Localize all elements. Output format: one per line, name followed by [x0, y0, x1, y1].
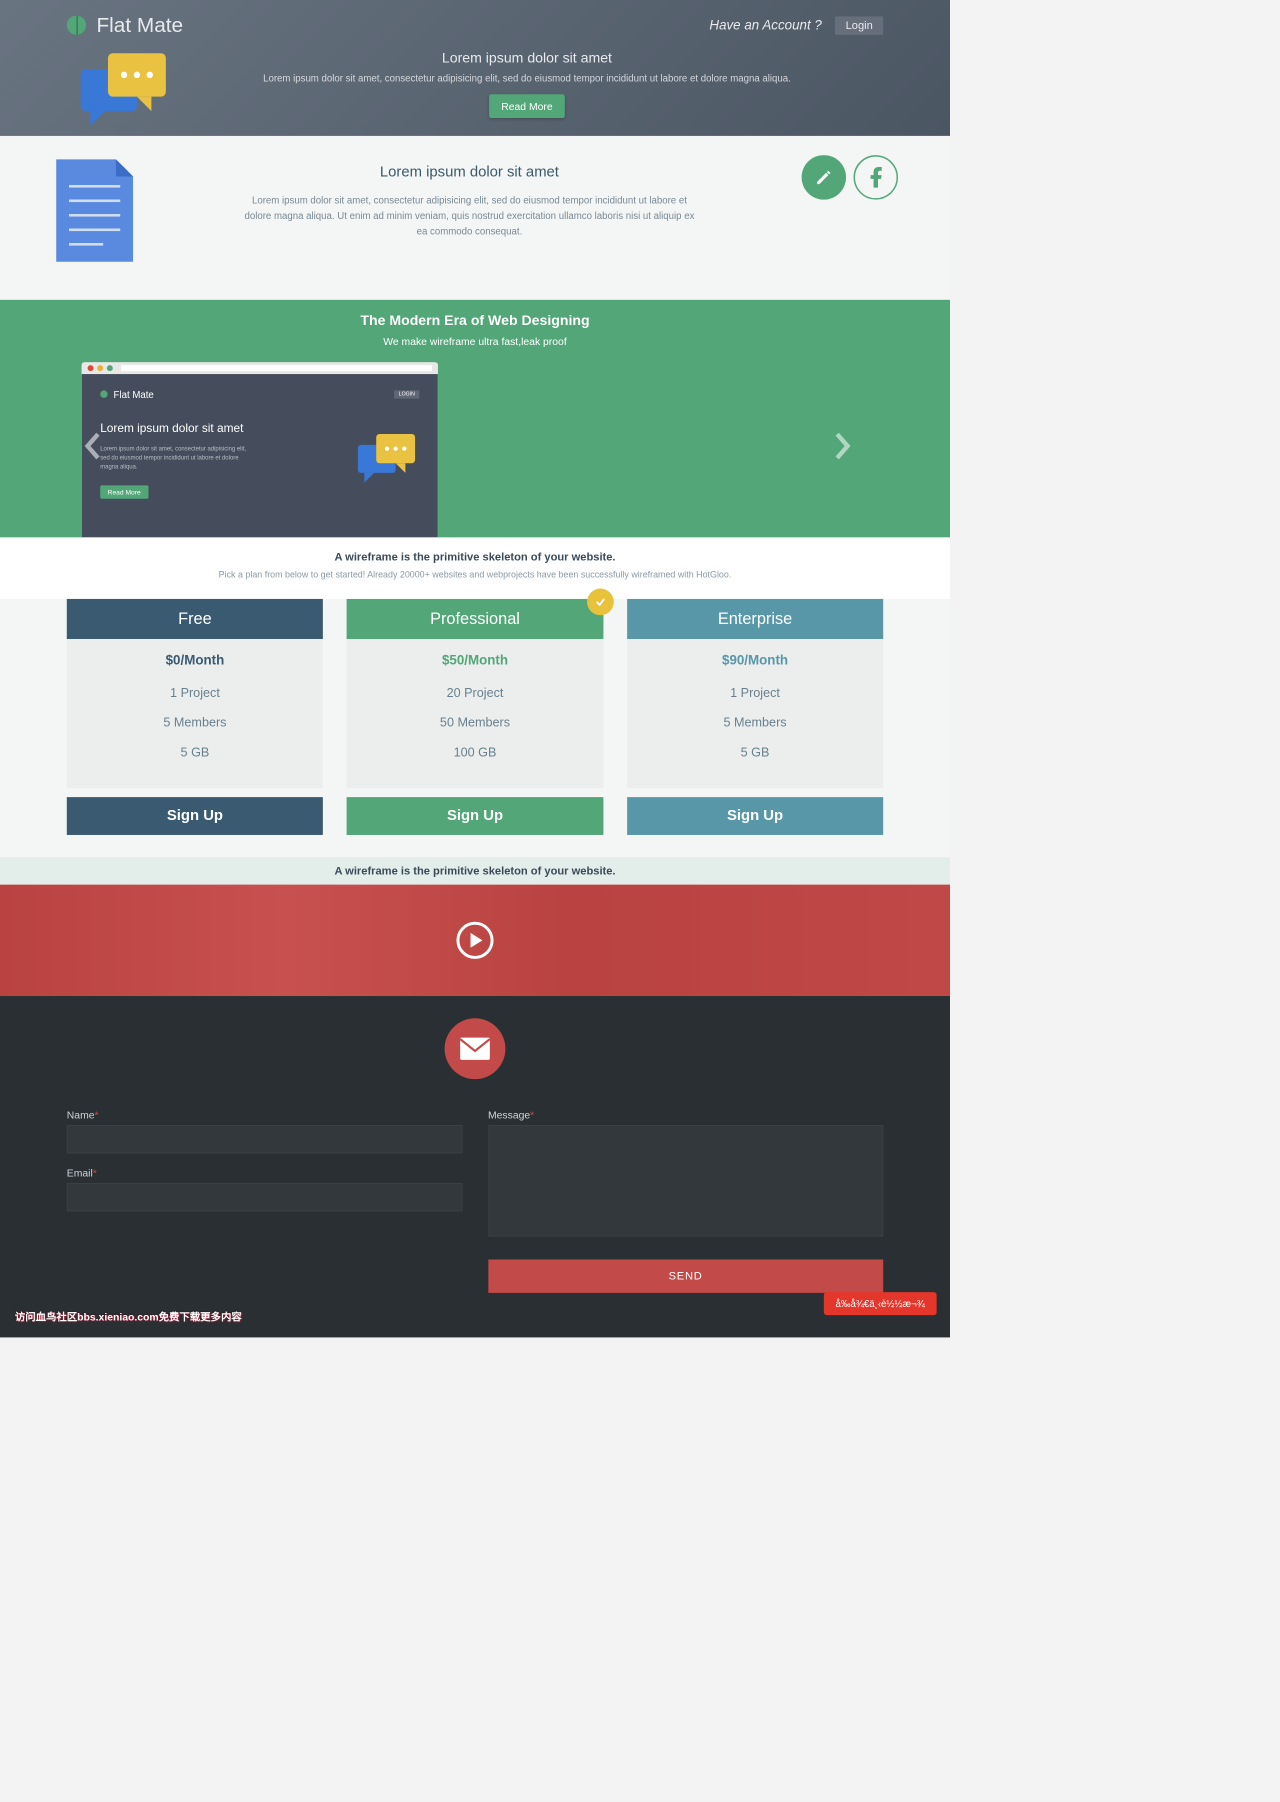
- carousel-section-sub: We make wireframe ultra fast,leak proof: [0, 335, 950, 347]
- chat-icon: [74, 47, 170, 136]
- intro-section: Lorem ipsum dolor sit amet Lorem ipsum d…: [0, 136, 950, 300]
- plans-subtitle: Pick a plan from below to get started! A…: [0, 569, 950, 579]
- intro-body: Lorem ipsum dolor sit amet, consectetur …: [239, 193, 699, 239]
- carousel-section: The Modern Era of Web Designing We make …: [0, 299, 950, 537]
- video-section: [0, 884, 950, 995]
- slide-chat-icon: [353, 429, 420, 498]
- slide-title: Lorem ipsum dolor sit amet: [100, 422, 248, 435]
- carousel-prev-button[interactable]: [82, 431, 103, 468]
- plan-feature: 5 Members: [627, 708, 883, 738]
- carousel-section-title: The Modern Era of Web Designing: [0, 313, 950, 329]
- facebook-icon: [868, 167, 883, 188]
- message-label: Message*: [488, 1108, 883, 1120]
- top-nav: Flat Mate Have an Account ? Login: [52, 0, 898, 37]
- plan-feature: 100 GB: [347, 737, 603, 767]
- plan-professional: Professional $50/Month 20 Project 50 Mem…: [347, 599, 603, 835]
- send-button[interactable]: SEND: [488, 1259, 883, 1292]
- brand-logo[interactable]: Flat Mate: [67, 13, 183, 37]
- pricing-section: Free $0/Month 1 Project 5 Members 5 GB S…: [0, 599, 950, 857]
- play-button[interactable]: [456, 921, 493, 958]
- plan-name: Enterprise: [627, 599, 883, 639]
- carousel-next-button[interactable]: [833, 431, 854, 468]
- slide-body: Lorem ipsum dolor sit amet, consectetur …: [100, 444, 248, 471]
- slide-logo-icon: [100, 390, 107, 397]
- plan-feature: 1 Project: [627, 678, 883, 708]
- featured-badge-icon: [587, 588, 614, 615]
- chevron-left-icon: [82, 431, 103, 461]
- message-input[interactable]: [488, 1125, 883, 1236]
- plan-name: Free: [67, 599, 323, 639]
- plan-name: Professional: [347, 599, 603, 639]
- pencil-icon: [815, 168, 833, 186]
- brand-name: Flat Mate: [96, 13, 183, 37]
- plan-feature: 50 Members: [347, 708, 603, 738]
- plans-header: A wireframe is the primitive skeleton of…: [0, 537, 950, 599]
- hero-subtitle: Lorem ipsum dolor sit amet, consectetur …: [171, 73, 884, 84]
- plan-feature: 5 Members: [67, 708, 323, 738]
- name-label: Name*: [67, 1108, 462, 1120]
- floating-badge[interactable]: å‰å¾€ä¸‹è½½æ¬¾: [824, 1292, 937, 1315]
- info-strip: A wireframe is the primitive skeleton of…: [0, 857, 950, 884]
- plan-feature: 5 GB: [627, 737, 883, 767]
- hero-section: Flat Mate Have an Account ? Login Lorem …: [0, 0, 950, 136]
- plan-price: $50/Month: [347, 652, 603, 668]
- mail-icon: [445, 1018, 506, 1079]
- email-input[interactable]: [67, 1183, 462, 1211]
- plan-signup-button[interactable]: Sign Up: [347, 797, 603, 835]
- plan-free: Free $0/Month 1 Project 5 Members 5 GB S…: [67, 599, 323, 835]
- slide-brand: Flat Mate: [114, 389, 154, 400]
- plan-signup-button[interactable]: Sign Up: [67, 797, 323, 835]
- name-input[interactable]: [67, 1125, 462, 1153]
- plan-enterprise: Enterprise $90/Month 1 Project 5 Members…: [627, 599, 883, 835]
- watermark-text: 访问血鸟社区bbs.xieniao.com免费下载更多内容: [15, 1309, 242, 1324]
- plan-feature: 20 Project: [347, 678, 603, 708]
- plan-price: $0/Month: [67, 652, 323, 668]
- email-label: Email*: [67, 1166, 462, 1178]
- plan-price: $90/Month: [627, 652, 883, 668]
- plan-signup-button[interactable]: Sign Up: [627, 797, 883, 835]
- slide-login: LOGIN: [394, 390, 419, 398]
- intro-title: Lorem ipsum dolor sit amet: [167, 164, 772, 181]
- logo-icon: [67, 16, 86, 35]
- login-button[interactable]: Login: [835, 16, 883, 35]
- plan-feature: 5 GB: [67, 737, 323, 767]
- plan-feature: 1 Project: [67, 678, 323, 708]
- contact-section: Name* Email* Message* SEND å‰å¾€ä¸‹è½½æ¬…: [0, 996, 950, 1337]
- account-prompt: Have an Account ?: [709, 17, 821, 33]
- chevron-right-icon: [833, 431, 854, 461]
- carousel-slide: Flat Mate LOGIN Lorem ipsum dolor sit am…: [82, 362, 438, 537]
- document-icon: [52, 155, 137, 270]
- edit-social-button[interactable]: [802, 155, 847, 200]
- hero-title: Lorem ipsum dolor sit amet: [171, 50, 884, 66]
- plans-title: A wireframe is the primitive skeleton of…: [0, 550, 950, 563]
- slide-cta: Read More: [100, 485, 148, 498]
- hero-cta-button[interactable]: Read More: [489, 94, 564, 118]
- facebook-social-button[interactable]: [854, 155, 899, 200]
